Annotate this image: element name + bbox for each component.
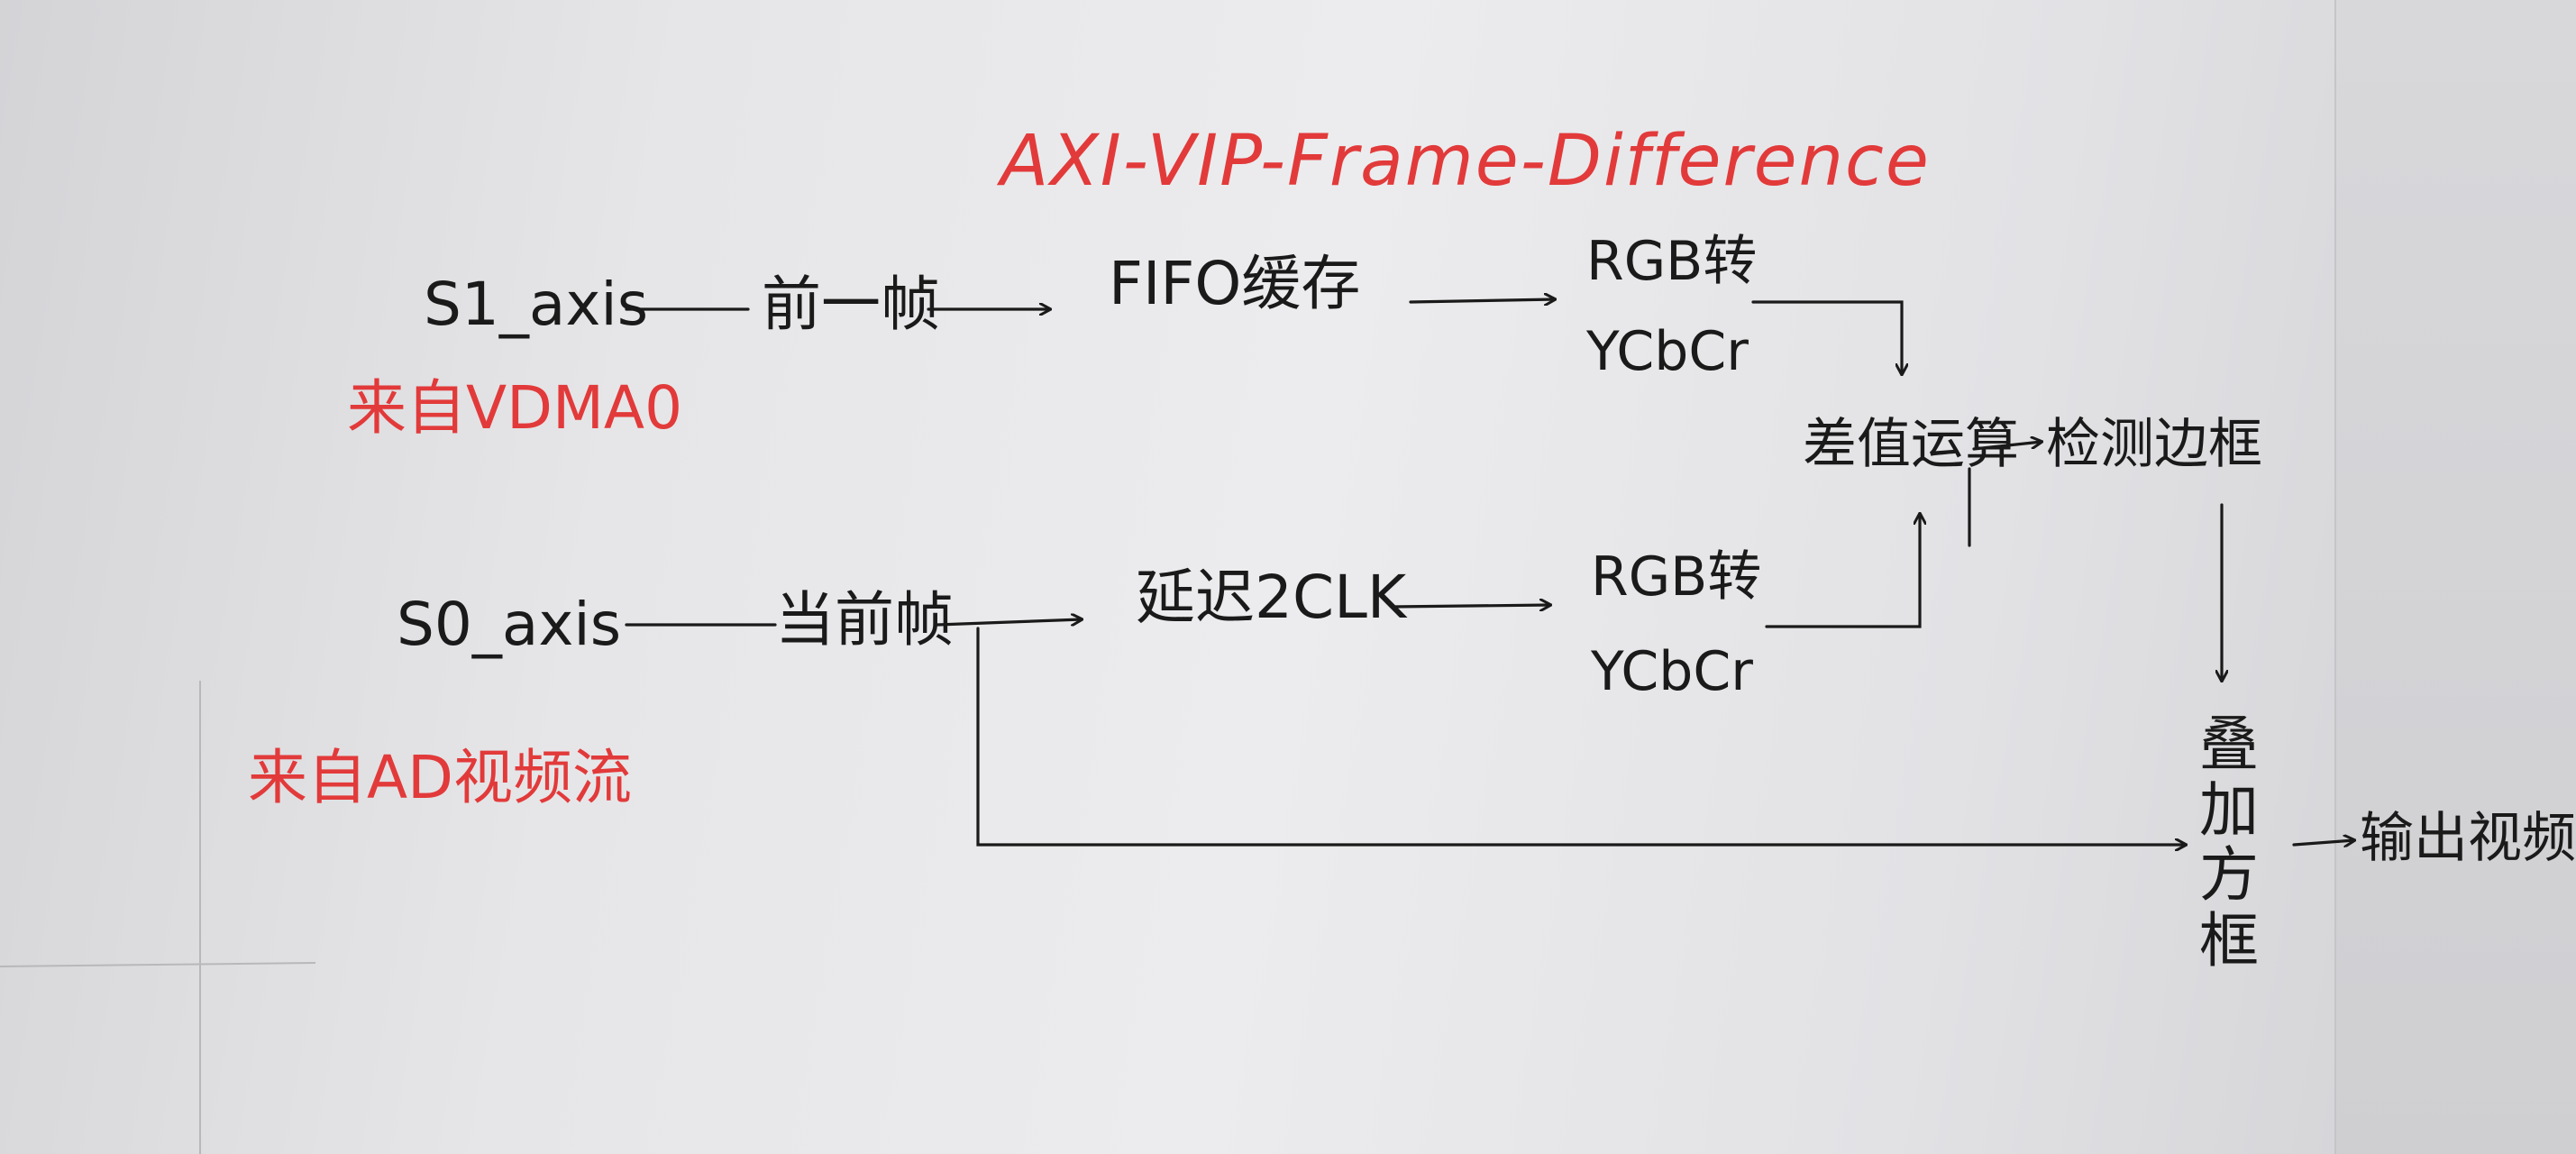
node-overlay-box: 叠 加 方 框 <box>2199 710 2259 975</box>
edge-rgb-top-diff <box>1751 300 1902 374</box>
node-fifo-buffer: FIFO缓存 <box>1109 249 1361 318</box>
node-diff-op: 差值运算 <box>1803 413 2019 476</box>
annotation-from-vdma: 来自VDMA0 <box>347 373 683 443</box>
diagram-title: AXI-VIP-Frame-Difference <box>1000 121 1931 202</box>
edge-overlay-output <box>2292 840 2354 845</box>
edge-cur-delay <box>936 619 1082 627</box>
overlay-char-1: 叠 <box>2199 710 2259 779</box>
edge-fifo-rgb-top <box>1409 299 1555 302</box>
overlay-char-3: 方 <box>2199 840 2259 911</box>
node-current-frame: 当前帧 <box>775 585 954 655</box>
node-rgb-top-line1: RGB转 <box>1586 230 1758 293</box>
node-s1-axis: S1_axis <box>424 270 649 339</box>
overlay-char-2: 加 <box>2199 774 2259 845</box>
edge-rgb-bot-diff <box>1765 514 1920 628</box>
node-rgb-top-line2: YCbCr <box>1586 320 1749 383</box>
node-delay-2clk: 延迟2CLK <box>1136 563 1407 632</box>
annotation-from-camera: 来自AD视频流 <box>248 743 632 812</box>
pencil-horizontal <box>0 962 316 967</box>
node-output-video: 输出视频 <box>2360 807 2576 870</box>
node-rgb-bot-line2: YCbCr <box>1591 640 1753 703</box>
node-detect-box: 检测边框 <box>2046 413 2262 476</box>
overlay-char-4: 框 <box>2199 905 2259 975</box>
node-prev-frame: 前一帧 <box>762 270 940 339</box>
node-s0-axis: S0_axis <box>397 590 622 659</box>
edge-delay-rgb-bot <box>1391 605 1550 607</box>
node-rgb-bot-line1: RGB转 <box>1591 545 1762 609</box>
edge-cur-overlay-bypass <box>976 627 2186 845</box>
